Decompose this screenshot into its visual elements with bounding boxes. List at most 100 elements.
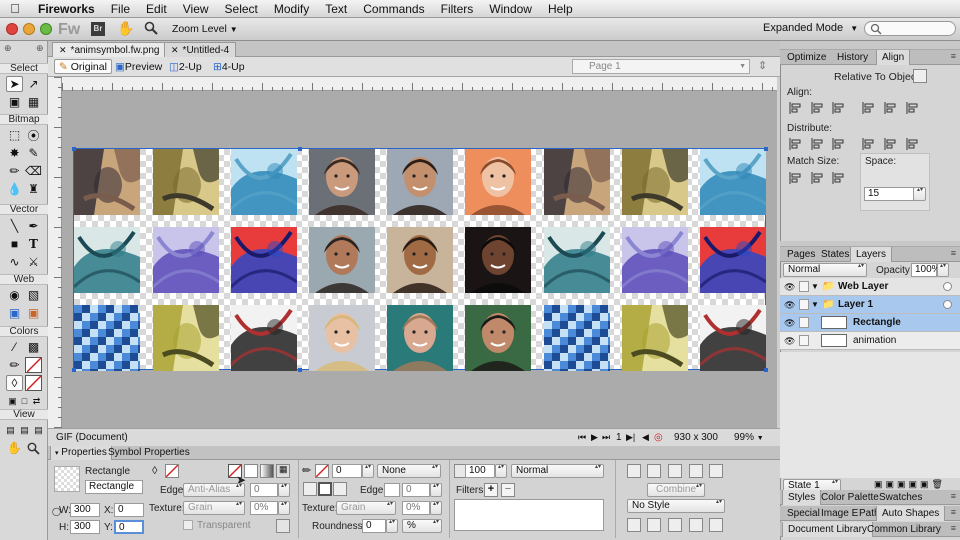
distribute-5-icon[interactable] [884, 138, 897, 150]
disclosure-triangle-icon[interactable]: ▼ [811, 278, 819, 296]
subselect-tool-icon[interactable]: ↗ [25, 76, 42, 92]
lock-toggle[interactable] [799, 317, 809, 328]
tab-states[interactable]: States [816, 247, 854, 262]
paint-bucket-icon[interactable]: ▩ [25, 339, 42, 355]
pointer-tool-icon[interactable]: ➤ [6, 76, 23, 92]
stroke-size-stepper[interactable] [362, 464, 374, 478]
stroke-center-button[interactable] [318, 482, 332, 496]
fill-edge-select[interactable]: Anti-Alias [183, 483, 245, 497]
zoom-window-button[interactable] [40, 23, 52, 35]
align-4-icon[interactable] [862, 102, 875, 114]
canvas-image-portrait[interactable] [465, 227, 531, 293]
stroke-category-select[interactable]: None [377, 464, 441, 478]
lock-toggle[interactable] [799, 299, 809, 310]
prev-frame-button[interactable]: ◀ [642, 429, 649, 446]
play-button[interactable]: ▶ [591, 429, 598, 446]
redefine-style-button[interactable] [647, 518, 661, 532]
align-3-icon[interactable] [832, 102, 845, 114]
eye-icon[interactable]: 👁 [784, 296, 795, 314]
stroke-color-icon[interactable]: ✏ [6, 357, 23, 373]
tab-document-library[interactable]: Document Library [782, 522, 873, 537]
roundness-field[interactable]: 0 [362, 519, 386, 533]
menu-modify[interactable]: Modify [266, 2, 317, 16]
layer-target-icon[interactable] [943, 282, 952, 291]
panel-menu-icon[interactable]: ≡ [951, 248, 956, 258]
menu-edit[interactable]: Edit [138, 2, 175, 16]
first-frame-button[interactable]: ⏮ [578, 429, 586, 446]
stroke-size-field[interactable]: 0 [332, 464, 362, 478]
stroke-inside-button[interactable] [303, 482, 317, 496]
menu-file[interactable]: File [103, 2, 138, 16]
menu-select[interactable]: Select [217, 2, 266, 16]
freeform-tool-icon[interactable]: ∿ [6, 254, 23, 270]
style-select[interactable]: No Style [627, 499, 725, 513]
apple-icon[interactable]:  [0, 1, 30, 16]
canvas-image-abstract[interactable] [700, 305, 766, 371]
canvas-image-portrait[interactable] [387, 149, 453, 215]
bring-to-front-button[interactable] [627, 464, 641, 478]
add-filter-button[interactable]: + [484, 483, 498, 497]
remove-filter-button[interactable]: − [501, 483, 515, 497]
canvas-image-painting[interactable] [74, 149, 140, 215]
canvas-image-abstract[interactable] [622, 227, 688, 293]
width-field[interactable]: 300 [70, 503, 100, 517]
expand-icon[interactable]: ⊕ [36, 43, 44, 54]
brush-tool-icon[interactable]: ✎ [25, 145, 42, 161]
selection-handle[interactable] [298, 368, 302, 372]
menu-help[interactable]: Help [540, 2, 581, 16]
layer-opacity-stepper[interactable] [937, 263, 949, 277]
y-field[interactable]: 0 [114, 520, 144, 534]
hotspot-tool-icon[interactable]: ◉ [6, 287, 23, 303]
selection-handle[interactable] [764, 147, 768, 151]
fill-options-button[interactable] [276, 519, 290, 533]
lock-toggle[interactable] [799, 335, 809, 346]
send-to-back-button[interactable] [689, 464, 703, 478]
opacity-stepper[interactable] [495, 464, 507, 478]
distribute-2-icon[interactable] [811, 138, 824, 150]
hide-slices-icon[interactable]: ▣ [6, 305, 23, 321]
layer-row-web-layer[interactable]: 👁 ▼ 📁 Web Layer [780, 278, 960, 296]
panel-menu-icon[interactable]: ≡ [951, 507, 956, 517]
collapse-icon[interactable]: ⊕ [4, 43, 12, 54]
page-options-icon[interactable]: ⇕ [758, 59, 767, 72]
view-4up-button[interactable]: ⊞4-Up [208, 59, 250, 74]
lasso-tool-icon[interactable]: ⦿ [25, 127, 42, 143]
pencil-tool-icon[interactable]: ✏ [6, 163, 23, 179]
fill-texture-amount[interactable]: 0% [250, 501, 278, 515]
canvas-image-abstract[interactable] [153, 227, 219, 293]
stop-icon[interactable]: ◎ [654, 429, 663, 446]
canvas-image-painting[interactable] [622, 305, 688, 371]
distribute-6-icon[interactable] [906, 138, 919, 150]
swap-colors-icon[interactable]: ⇄ [28, 393, 45, 409]
fill-color-icon[interactable]: ◊ [6, 375, 23, 391]
text-tool-icon[interactable]: T [25, 236, 42, 252]
canvas-image-abstract[interactable] [231, 149, 297, 215]
menu-commands[interactable]: Commands [355, 2, 432, 16]
layer-row-animation[interactable]: 👁 animation [780, 332, 960, 350]
blur-tool-icon[interactable]: 💧 [6, 181, 23, 197]
distribute-1-icon[interactable] [789, 138, 802, 150]
tab-symbol-properties[interactable]: Symbol Properties [104, 446, 194, 460]
close-icon[interactable]: ✕ [59, 45, 67, 55]
show-slices-icon[interactable]: ▣ [25, 305, 42, 321]
canvas-image-abstract[interactable] [231, 227, 297, 293]
bridge-button[interactable]: Br [91, 22, 105, 36]
view-preview-button[interactable]: ▣Preview [110, 59, 167, 74]
canvas-image-abstract[interactable] [74, 227, 140, 293]
minimize-window-button[interactable] [23, 23, 35, 35]
stroke-texture-stepper[interactable] [430, 501, 442, 515]
tab-auto-shapes[interactable]: Auto Shapes [876, 506, 946, 521]
layer-buttons[interactable]: ▣▣▣▣▣🗑 [874, 479, 946, 490]
stroke-edge-stepper[interactable] [430, 483, 442, 497]
tab-history[interactable]: History [832, 50, 873, 65]
blend-mode-select[interactable]: Normal [511, 464, 604, 478]
line-tool-icon[interactable]: ╲ [6, 218, 23, 234]
view-2up-button[interactable]: ◫2-Up [164, 59, 207, 74]
layer-blend-select[interactable]: Normal [783, 263, 867, 277]
stroke-edge-slider[interactable] [384, 483, 400, 497]
canvas-image-abstract[interactable] [700, 227, 766, 293]
pen-tool-icon[interactable]: ✒ [25, 218, 42, 234]
app-menu[interactable]: Fireworks [30, 2, 103, 16]
rectangle-tool-icon[interactable]: ■ [6, 236, 23, 252]
layer-row-layer-1[interactable]: 👁 ▼ 📁 Layer 1 [780, 296, 960, 314]
